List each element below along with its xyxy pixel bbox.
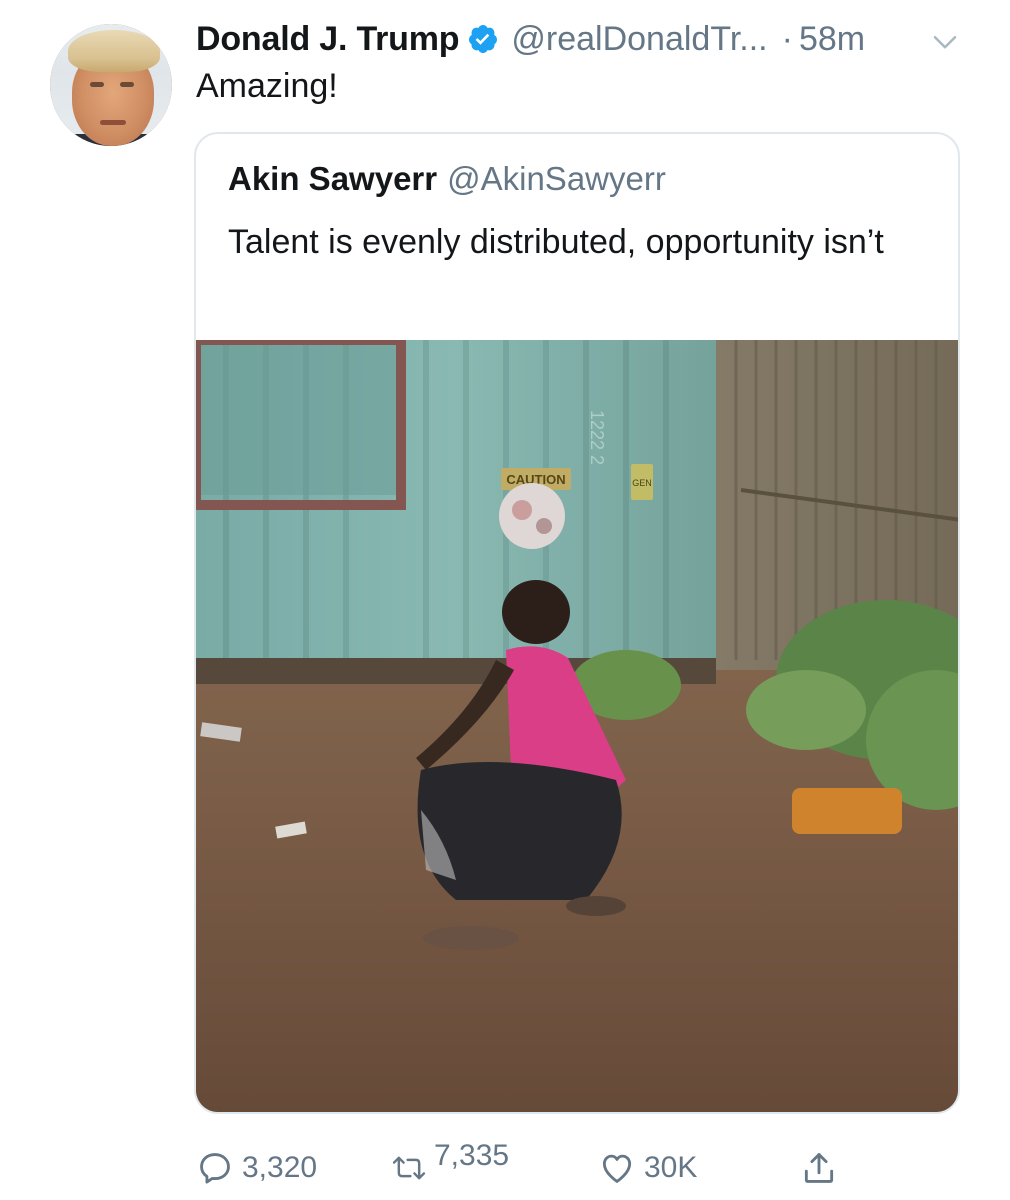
retweet-icon <box>390 1149 428 1187</box>
retweet-count: 7,335 <box>434 1139 510 1172</box>
author-avatar[interactable] <box>50 24 172 146</box>
author-display-name[interactable]: Donald J. Trump <box>196 20 460 59</box>
share-icon <box>800 1149 838 1187</box>
header-separator: · <box>781 19 793 58</box>
reply-icon <box>196 1149 234 1187</box>
avatar-eye-right <box>120 82 134 87</box>
quoted-tweet-card[interactable]: Akin Sawyerr @AkinSawyerr Talent is evenl… <box>194 132 960 1114</box>
avatar-mouth <box>100 120 126 125</box>
reply-button[interactable]: 3,320 <box>196 1140 317 1196</box>
retweet-button[interactable]: 7,335 <box>390 1139 510 1196</box>
chevron-down-icon[interactable] <box>930 26 960 56</box>
tweet-timestamp[interactable]: 58m <box>799 20 865 59</box>
quoted-text: Talent is evenly distributed, opportunit… <box>228 223 884 261</box>
quoted-display-name[interactable]: Akin Sawyerr <box>228 160 437 197</box>
quoted-video-media[interactable]: CAUTION GEN 1222 2 <box>196 340 958 1112</box>
video-frame-illustration: CAUTION GEN 1222 2 <box>196 340 958 1112</box>
verified-badge-icon <box>467 23 499 55</box>
tweet-text: Amazing! <box>196 67 338 105</box>
tweet-header: Donald J. Trump @realDonaldTr... · 58m <box>196 18 865 60</box>
tweet-action-bar: 3,320 7,335 30K <box>194 1139 960 1196</box>
like-count: 30K <box>644 1151 698 1184</box>
quoted-header: Akin Sawyerr @AkinSawyerr <box>228 160 666 198</box>
heart-icon <box>598 1149 636 1187</box>
avatar-eye-left <box>90 82 104 87</box>
author-handle[interactable]: @realDonaldTr... <box>511 20 767 59</box>
avatar-hair <box>68 30 160 72</box>
share-button[interactable] <box>800 1140 838 1196</box>
like-button[interactable]: 30K <box>598 1140 697 1196</box>
quoted-handle[interactable]: @AkinSawyerr <box>447 160 666 197</box>
reply-count: 3,320 <box>242 1151 318 1184</box>
